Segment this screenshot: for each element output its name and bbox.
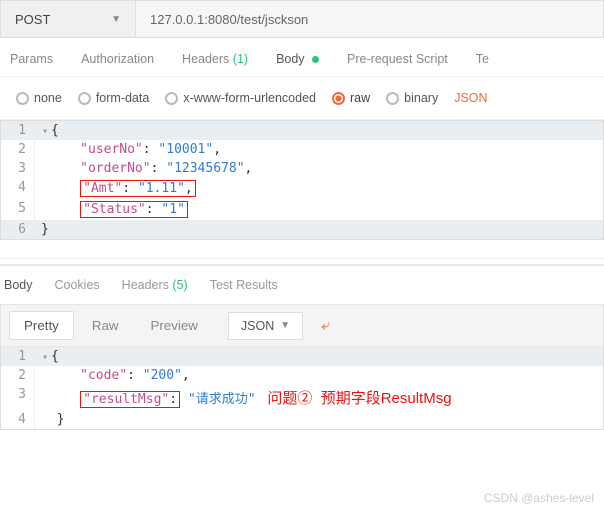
chevron-down-icon: ▼: [280, 320, 290, 331]
gutter: 3: [1, 385, 35, 410]
gutter: 1: [1, 121, 35, 140]
chevron-down-icon: ▼: [111, 14, 121, 25]
http-method-select[interactable]: POST ▼: [1, 1, 136, 37]
response-lang-select[interactable]: JSON ▼: [228, 312, 303, 340]
subtab-testresults[interactable]: Test Results: [210, 278, 278, 292]
radio-icon: [165, 92, 178, 105]
gutter: 2: [1, 140, 35, 159]
pane-divider[interactable]: [0, 258, 604, 266]
radio-icon: [16, 92, 29, 105]
tab-body[interactable]: Body: [276, 52, 319, 76]
subtab-cookies[interactable]: Cookies: [55, 278, 100, 292]
tab-headers[interactable]: Headers (1): [182, 52, 248, 76]
tab-tests[interactable]: Te: [476, 52, 489, 76]
gutter: 1: [1, 347, 35, 366]
radio-icon: [332, 92, 345, 105]
gutter: 2: [1, 366, 35, 385]
url-input[interactable]: 127.0.0.1:8080/test/jsckson: [136, 1, 603, 37]
highlight-box: "resultMsg":: [80, 391, 180, 408]
tab-authorization[interactable]: Authorization: [81, 52, 154, 76]
view-pretty[interactable]: Pretty: [9, 311, 74, 340]
radio-raw[interactable]: raw: [332, 91, 370, 105]
annotation-text: 问题② 预期字段ResultMsg: [267, 390, 451, 407]
radio-none[interactable]: none: [16, 91, 62, 105]
tab-body-label: Body: [276, 52, 305, 66]
radio-formdata[interactable]: form-data: [78, 91, 150, 105]
gutter: 3: [1, 159, 35, 178]
response-tabs: Body Cookies Headers (5) Test Results: [0, 266, 604, 304]
highlight-box: "Amt": "1.11",: [80, 180, 196, 197]
view-raw[interactable]: Raw: [78, 312, 133, 339]
tab-headers-count: (1): [233, 52, 248, 66]
http-method-value: POST: [15, 12, 50, 27]
wrap-lines-icon[interactable]: ⤶: [321, 317, 330, 335]
watermark-text: CSDN @ashes-level: [484, 491, 594, 505]
body-lang-json[interactable]: JSON: [454, 91, 487, 105]
radio-icon: [386, 92, 399, 105]
fold-icon[interactable]: ▾: [41, 126, 49, 137]
gutter: 4: [1, 178, 35, 199]
tab-headers-label: Headers: [182, 52, 229, 66]
view-preview[interactable]: Preview: [136, 312, 211, 339]
radio-urlencoded[interactable]: x-www-form-urlencoded: [165, 91, 316, 105]
subtab-headers[interactable]: Headers (5): [122, 278, 188, 292]
radio-binary[interactable]: binary: [386, 91, 438, 105]
radio-icon: [78, 92, 91, 105]
gutter: 5: [1, 199, 35, 220]
response-body-viewer[interactable]: 1▾{ 2 "code": "200", 3 "resultMsg": "请求成…: [0, 347, 604, 430]
url-value: 127.0.0.1:8080/test/jsckson: [150, 12, 308, 27]
request-tabs: Params Authorization Headers (1) Body Pr…: [0, 38, 604, 77]
highlight-box: "Status": "1": [80, 201, 188, 218]
request-body-editor[interactable]: 1▾{ 2 "userNo": "10001", 3 "orderNo": "1…: [0, 120, 604, 240]
gutter: 6: [1, 220, 35, 239]
gutter: 4: [1, 410, 35, 429]
response-view-bar: Pretty Raw Preview JSON ▼ ⤶: [0, 304, 604, 347]
body-type-row: none form-data x-www-form-urlencoded raw…: [0, 77, 604, 120]
fold-icon[interactable]: ▾: [41, 352, 49, 363]
dot-icon: [312, 56, 319, 63]
tab-params[interactable]: Params: [10, 52, 53, 76]
tab-prerequest[interactable]: Pre-request Script: [347, 52, 448, 76]
subtab-body[interactable]: Body: [4, 278, 33, 292]
